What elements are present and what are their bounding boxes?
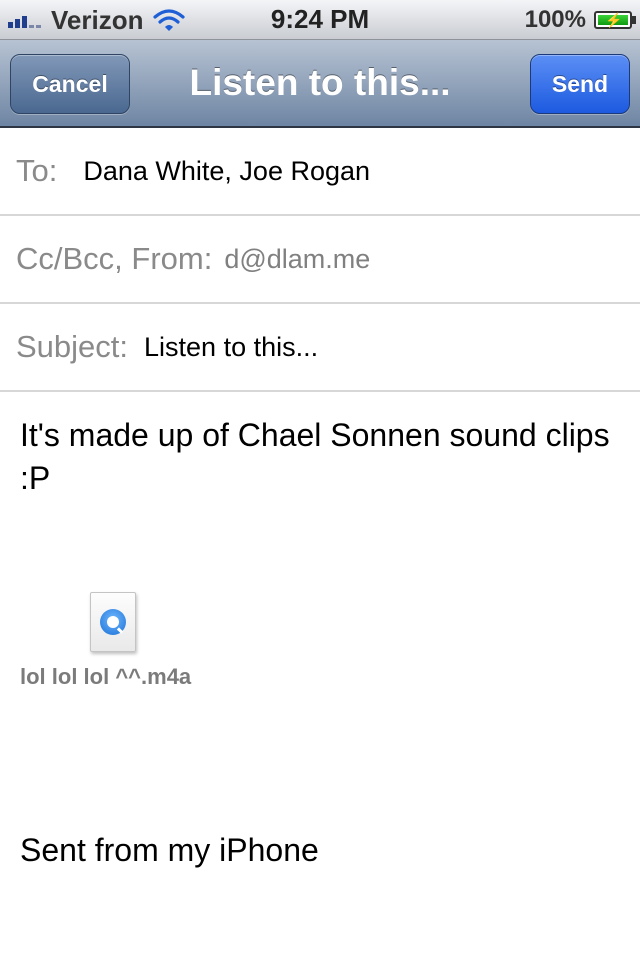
- compose-title: Listen to this...: [189, 62, 451, 103]
- compose-nav-bar: Cancel Listen to this... Send: [0, 40, 640, 128]
- quicktime-file-icon[interactable]: [90, 592, 136, 652]
- attachment-filename: lol lol lol ^^.m4a: [20, 664, 192, 689]
- subject-label: Subject:: [16, 329, 129, 364]
- to-field[interactable]: To: Dana White, Joe Rogan: [0, 128, 640, 216]
- send-button[interactable]: Send: [530, 54, 630, 114]
- subject-input[interactable]: Listen to this...: [144, 332, 318, 363]
- subject-field[interactable]: Subject: Listen to this...: [0, 304, 640, 392]
- battery-charging-icon: ⚡: [594, 11, 636, 29]
- to-label: To:: [16, 153, 58, 188]
- status-bar: Verizon 9:24 PM 100% ⚡: [0, 0, 640, 40]
- cc-bcc-from-field[interactable]: Cc/Bcc, From: d@dlam.me: [0, 216, 640, 304]
- to-recipients[interactable]: Dana White, Joe Rogan: [83, 156, 370, 187]
- from-address[interactable]: d@dlam.me: [224, 244, 370, 275]
- cancel-button[interactable]: Cancel: [10, 54, 130, 114]
- message-body[interactable]: It's made up of Chael Sonnen sound clips…: [20, 414, 620, 500]
- battery-percent: 100%: [524, 6, 586, 33]
- email-signature[interactable]: Sent from my iPhone: [20, 832, 319, 869]
- cc-bcc-from-label: Cc/Bcc, From:: [16, 241, 213, 276]
- status-right: 100% ⚡: [524, 4, 636, 36]
